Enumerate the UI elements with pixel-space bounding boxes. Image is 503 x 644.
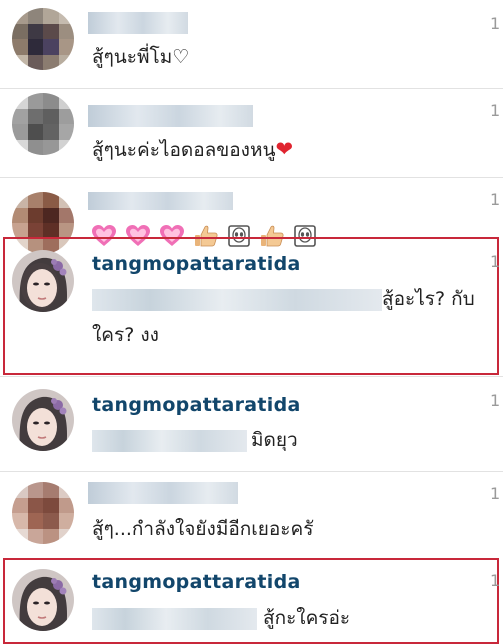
- username-blurred[interactable]: [88, 192, 233, 210]
- username[interactable]: tangmopattaratida: [92, 253, 301, 275]
- username-blurred[interactable]: [88, 12, 188, 34]
- timestamp: 1: [490, 571, 501, 590]
- avatar[interactable]: [12, 93, 74, 155]
- username-blurred[interactable]: [88, 482, 238, 504]
- mention-blurred[interactable]: [92, 429, 247, 452]
- avatar[interactable]: [12, 250, 74, 312]
- comment-row: tangmopattaratida สู้กะใครอ่ะ 1: [0, 559, 503, 644]
- comment-row: 1: [0, 178, 503, 254]
- timestamp: 1: [490, 484, 501, 503]
- comment-text-line2: ใคร? งง: [92, 324, 159, 346]
- comment-text: สู้อะไร? กับ: [92, 284, 475, 314]
- timestamp: 1: [490, 190, 501, 209]
- mention-blurred[interactable]: [92, 607, 257, 630]
- comment-text-line1: สู้อะไร? กับ: [382, 288, 475, 310]
- timestamp: 1: [490, 252, 501, 271]
- username-blurred[interactable]: [88, 105, 253, 127]
- comment-text: สู้กะใครอ่ะ: [92, 603, 350, 633]
- avatar[interactable]: [12, 482, 74, 544]
- comment-text: สู้ๆนะค่ะไอดอลของหนู❤: [92, 135, 293, 165]
- username[interactable]: tangmopattaratida: [92, 571, 301, 593]
- comment-row: สู้ๆ...กำลังใจยังมีอีกเยอะครั 1: [0, 472, 503, 558]
- comment-row: สู้ๆนะค่ะไอดอลของหนู❤ 1: [0, 89, 503, 177]
- comment-text: สู้ๆ...กำลังใจยังมีอีกเยอะครั: [92, 518, 314, 540]
- red-heart-icon: ❤: [275, 137, 294, 161]
- mention-blurred[interactable]: [92, 288, 382, 311]
- timestamp: 1: [490, 391, 501, 410]
- timestamp: 1: [490, 101, 501, 120]
- timestamp: 1: [490, 14, 501, 33]
- username[interactable]: tangmopattaratida: [92, 394, 301, 416]
- comment-text: มิดยุว: [92, 425, 298, 455]
- comment-row: tangmopattaratida มิดยุว 1: [0, 377, 503, 471]
- comment-text-body: สู้กะใครอ่ะ: [263, 607, 351, 629]
- comment-text: สู้ๆนะพี่โม♡: [92, 46, 190, 68]
- comment-text-body: สู้ๆนะค่ะไอดอลของหนู: [92, 139, 276, 161]
- comment-row: สู้ๆนะพี่โม♡ 1: [0, 0, 503, 88]
- avatar[interactable]: [12, 389, 74, 451]
- avatar[interactable]: [12, 8, 74, 70]
- comment-row: tangmopattaratida สู้อะไร? กับ ใคร? งง 1: [0, 238, 503, 374]
- avatar[interactable]: [12, 569, 74, 631]
- comment-text-body: มิดยุว: [251, 429, 298, 451]
